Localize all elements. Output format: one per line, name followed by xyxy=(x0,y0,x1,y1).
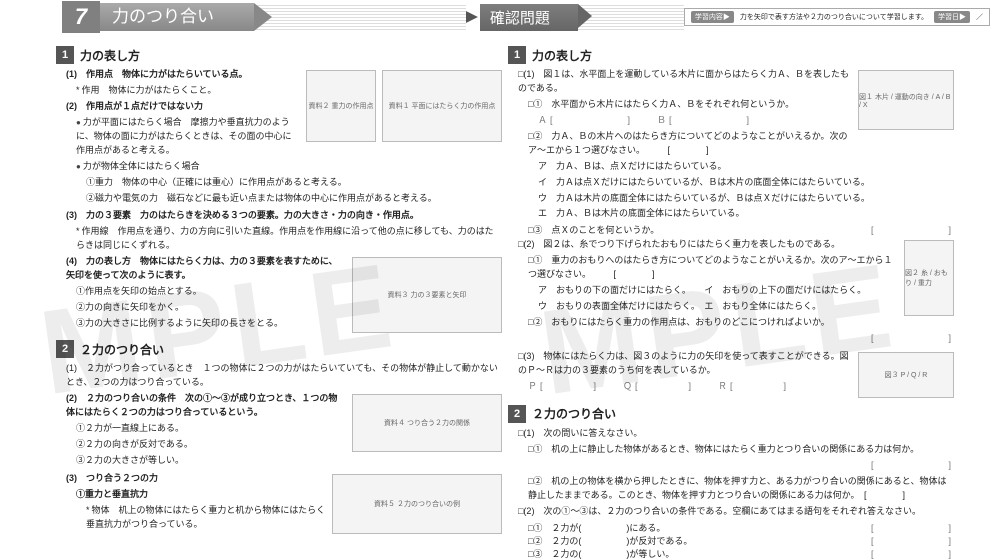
lesson-number: 7 xyxy=(62,1,100,33)
block: 資料５ ２力のつり合いの例 (3) つり合う２つの力 ①重力と垂直抗力 物体 机… xyxy=(62,472,502,537)
list-item: ア 力Ａ、Ｂは、点Ｘだけにはたらいている。 xyxy=(538,160,954,174)
section-title: ２力のつり合い xyxy=(80,341,164,358)
section-title: 力の表し方 xyxy=(80,47,140,64)
figure-1: 資料１ 平面にはたらく力の作用点 xyxy=(382,70,502,142)
question-text: □③ ２力の( )が等しい。 xyxy=(528,547,674,560)
list-item: (3) 力の３要素 力のはたらきを決める３つの要素。力の大きさ・力の向き・作用点… xyxy=(66,209,502,223)
answer-blank: [ ] xyxy=(871,547,954,560)
list-item: ①重力 物体の中心（正確には重心）に作用点があると考える。 xyxy=(86,176,502,190)
list-item: □(1) 次の問いに答えなさい。 xyxy=(518,427,954,441)
list-item: ③２力の大きさが等しい。 xyxy=(76,454,502,468)
header-rules xyxy=(254,3,466,31)
list-item: (1) ２力がつり合っているとき １つの物体に２つの力がはたらいていても、その物… xyxy=(66,362,502,390)
page-header: 7 力のつり合い 確認問題 学習内容▶ 力を矢印で表す方法や２力のつり合いについ… xyxy=(0,0,1000,34)
section-head: 2 ２力のつり合い xyxy=(56,340,502,358)
list-item: □② 机の上の物体を横から押したときに、物体を押す力と、ある力がつり合いの関係に… xyxy=(528,475,954,503)
figure-r2: 図２ 糸 / おもり / 重力 xyxy=(904,240,954,316)
list-item: □(2) 次の①〜③は、２力のつり合いの条件である。空欄にあてはまる語句をそれぞ… xyxy=(518,505,954,519)
list-item: □① 机の上に静止した物体があるとき、物体にはたらく重力とつり合いの関係にある力… xyxy=(528,443,954,457)
study-meta-box: 学習内容▶ 力を矢印で表す方法や２力のつり合いについて学習します。 学習日▶ ／ xyxy=(684,8,990,26)
answer-blank: [ ] xyxy=(871,534,954,547)
section-title: ２力のつり合い xyxy=(532,405,616,422)
list-item: □③ 点Ｘのことを何というか。 [ ] xyxy=(528,223,954,236)
list-item: □② おもりにはたらく重力の作用点は、おもりのどこにつければよいか。 xyxy=(528,316,954,330)
list-item: □(2) 図２は、糸でつり下げられたおもりにはたらく重力を表したものである。 xyxy=(518,238,954,252)
question-text: □② ２力の( )が反対である。 xyxy=(528,534,692,547)
meta-label-content: 学習内容▶ xyxy=(691,11,734,23)
section-title: 力の表し方 xyxy=(532,47,592,64)
section-head: 2 ２力のつり合い xyxy=(508,405,954,423)
list-item: ウ 力Ａは木片の底面全体にはたらいているが、Ｂは点Ｘだけにはたらいている。 xyxy=(538,192,954,206)
meta-text: 力を矢印で表す方法や２力のつり合いについて学習します。 xyxy=(740,12,928,22)
answer-blank: [ ] xyxy=(538,332,954,346)
block: 資料３ 力の３要素と矢印 (4) 力の表し方 物体にはたらく力は、力の３要素を表… xyxy=(62,255,502,336)
figure-2: 資料２ 重力の作用点 xyxy=(306,70,376,142)
meta-date: ／ xyxy=(976,12,983,22)
answer-blank: [ ] xyxy=(871,223,954,236)
figure-4: 資料４ つり合う２力の関係 xyxy=(352,394,502,452)
section-head: 1 力の表し方 xyxy=(56,46,502,64)
figure-3: 資料３ 力の３要素と矢印 xyxy=(352,257,502,333)
meta-label-date: 学習日▶ xyxy=(934,11,970,23)
list-item: □② ２力の( )が反対である。 [ ] xyxy=(528,534,954,547)
list-item: 力が物体全体にはたらく場合 xyxy=(76,160,502,174)
header-rules xyxy=(578,3,684,31)
block: 資料４ つり合う２力の関係 (2) ２力のつり合いの条件 次の①〜③が成り立つと… xyxy=(62,392,502,470)
list-item: ウ おもりの表面全体だけにはたらく。 エ おもり全体にはたらく。 xyxy=(538,300,954,314)
list-item: □③ ２力の( )が等しい。 [ ] xyxy=(528,547,954,560)
block: 図２ 糸 / おもり / 重力 □(2) 図２は、糸でつり下げられたおもりにはた… xyxy=(514,238,954,348)
list-item: 作用線 作用点を通り、力の方向に引いた直線。作用点を作用線に沿って他の点に移して… xyxy=(76,225,502,253)
lesson-title: 力のつり合い xyxy=(100,3,254,31)
list-item: ②磁力や電気の力 磁石などに最も近い点または物体の中心に作用点があると考える。 xyxy=(86,192,502,206)
kakunin-label: 確認問題 xyxy=(480,4,578,31)
left-column: 1 力の表し方 資料１ 平面にはたらく力の作用点 資料２ 重力の作用点 (1) … xyxy=(62,42,502,560)
list-item: イ 力Ａは点Ｘだけにはたらいているが、Ｂは木片の底面全体にはたらいている。 xyxy=(538,176,954,190)
list-item: □① ２力が( )にある。 [ ] xyxy=(528,521,954,534)
chevron-icon xyxy=(466,11,478,23)
section-number: 2 xyxy=(56,340,74,358)
content-columns: 1 力の表し方 資料１ 平面にはたらく力の作用点 資料２ 重力の作用点 (1) … xyxy=(0,42,1000,560)
list-item: エ 力Ａ、Ｂは木片の底面全体にはたらいている。 xyxy=(538,207,954,221)
block: 資料１ 平面にはたらく力の作用点 資料２ 重力の作用点 (1) 作用点 物体に力… xyxy=(62,68,502,207)
list-item: ア おもりの下の面だけにはたらく。 イ おもりの上下の面だけにはたらく。 xyxy=(538,284,954,298)
section-number: 1 xyxy=(508,46,526,64)
list-item: □① 重力のおもりへのはたらき方についてどのようなことがいえるか。次のア〜エから… xyxy=(528,254,954,282)
question-text: □① ２力が( )にある。 xyxy=(528,521,665,534)
figure-r1: 図１ 木片 / 運動の向き / A / B / X xyxy=(858,70,954,130)
question-text: □③ 点Ｘのことを何というか。 xyxy=(528,223,659,236)
answer-blank: [ ] xyxy=(871,521,954,534)
list-item: □② 力Ａ、Ｂの木片へのはたらき方についてどのようなことがいえるか。次のア〜エか… xyxy=(528,130,954,158)
section-number: 2 xyxy=(508,405,526,423)
right-column: 1 力の表し方 図１ 木片 / 運動の向き / A / B / X □(1) 図… xyxy=(514,42,954,560)
section-number: 1 xyxy=(56,46,74,64)
kakunin-band: 確認問題 xyxy=(466,4,578,31)
block: 図３ P / Q / R □(3) 物体にはたらく力は、図３のように力の矢印を使… xyxy=(514,350,954,401)
figure-5: 資料５ ２力のつり合いの例 xyxy=(332,474,502,534)
section-head: 1 力の表し方 xyxy=(508,46,954,64)
figure-r3: 図３ P / Q / R xyxy=(858,352,954,398)
answer-blank: [ ] xyxy=(538,459,954,473)
block: 図１ 木片 / 運動の向き / A / B / X □(1) 図１は、水平面上を… xyxy=(514,68,954,236)
